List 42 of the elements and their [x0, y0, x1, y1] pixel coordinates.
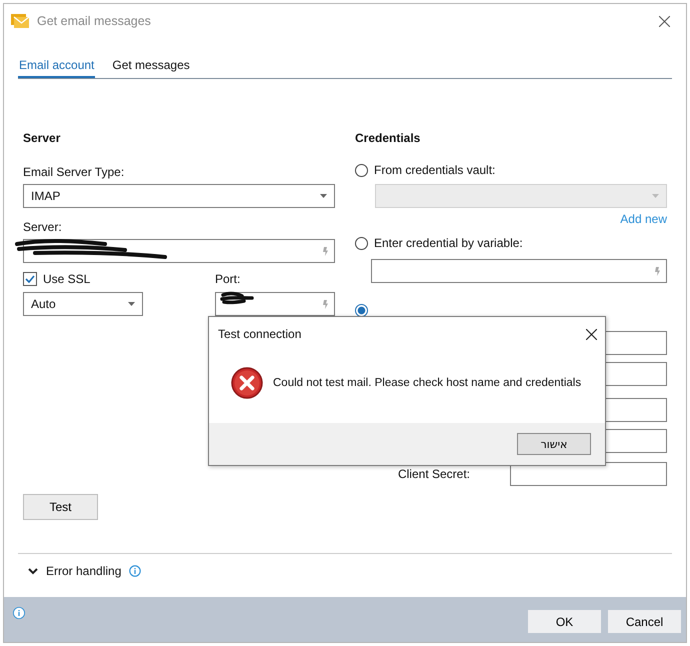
- variable-icon: [655, 267, 660, 276]
- variable-field[interactable]: [371, 259, 667, 283]
- dialog-button[interactable]: OK: [528, 610, 601, 633]
- test-button[interactable]: Test: [23, 494, 98, 520]
- window-title: Get email messages: [37, 14, 152, 28]
- section-label: Error handling: [46, 564, 122, 578]
- radio-button[interactable]: [355, 164, 368, 176]
- envelope-icon: [11, 14, 29, 28]
- close-icon[interactable]: [586, 328, 597, 340]
- ssl-mode-dropdown[interactable]: Auto: [23, 292, 143, 316]
- redaction-scribble: [220, 291, 254, 305]
- radio-button[interactable]: [355, 304, 368, 316]
- ssl-checkbox[interactable]: [23, 272, 37, 286]
- port-field[interactable]: [215, 292, 335, 316]
- info-icon[interactable]: [129, 565, 142, 577]
- caret-icon: [320, 194, 327, 198]
- close-icon[interactable]: [659, 16, 670, 26]
- field-label: Port:: [215, 272, 240, 286]
- variable-icon: [323, 247, 328, 256]
- field-label: Server:: [23, 220, 62, 234]
- confirm-button[interactable]: אישור: [517, 433, 591, 455]
- caret-icon: [128, 302, 135, 306]
- dialog-title: Test connection: [218, 327, 302, 341]
- error-icon: [231, 367, 263, 399]
- checkbox-label: Use SSL: [43, 272, 90, 286]
- info-icon[interactable]: [13, 606, 25, 618]
- error-message: Could not test mail. Please check host name and credentials: [273, 377, 582, 389]
- dialog-button[interactable]: Cancel: [608, 610, 681, 633]
- field-label: Email Server Type:: [23, 165, 124, 179]
- radio-label: From credentials vault:: [374, 163, 496, 177]
- radio-button[interactable]: [355, 236, 368, 250]
- variable-icon: [323, 300, 328, 309]
- tab[interactable]: Email account: [18, 55, 96, 78]
- tab[interactable]: Get messages: [111, 55, 191, 78]
- section-heading: Credentials: [355, 131, 420, 145]
- add-new-link[interactable]: Add new: [620, 212, 667, 226]
- server-type-dropdown[interactable]: IMAP: [23, 184, 335, 208]
- field-label: Client Secret:: [398, 467, 470, 481]
- chevron-down-icon[interactable]: [28, 568, 38, 574]
- radio-label: Enter credential by variable:: [374, 236, 523, 250]
- caret-icon: [652, 194, 659, 198]
- section-heading: Server: [23, 131, 60, 145]
